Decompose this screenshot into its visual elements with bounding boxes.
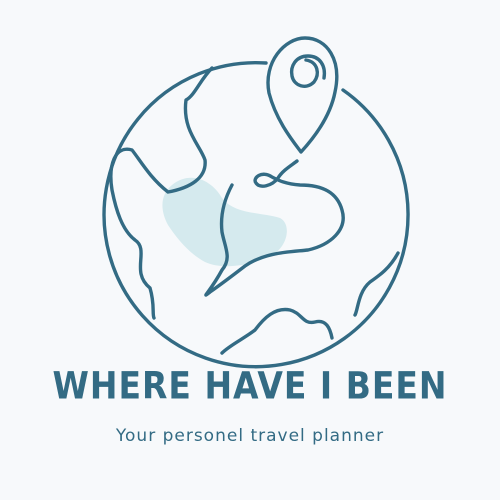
pin-spiral: [289, 54, 327, 88]
globe-pin-logo: [102, 36, 410, 369]
continent-fill-blob: [162, 177, 287, 267]
continent-bottom: [220, 307, 334, 355]
brand-title: WHERE HAVE I BEEN: [52, 364, 448, 408]
brand-tagline: Your personel travel planner: [115, 426, 385, 446]
